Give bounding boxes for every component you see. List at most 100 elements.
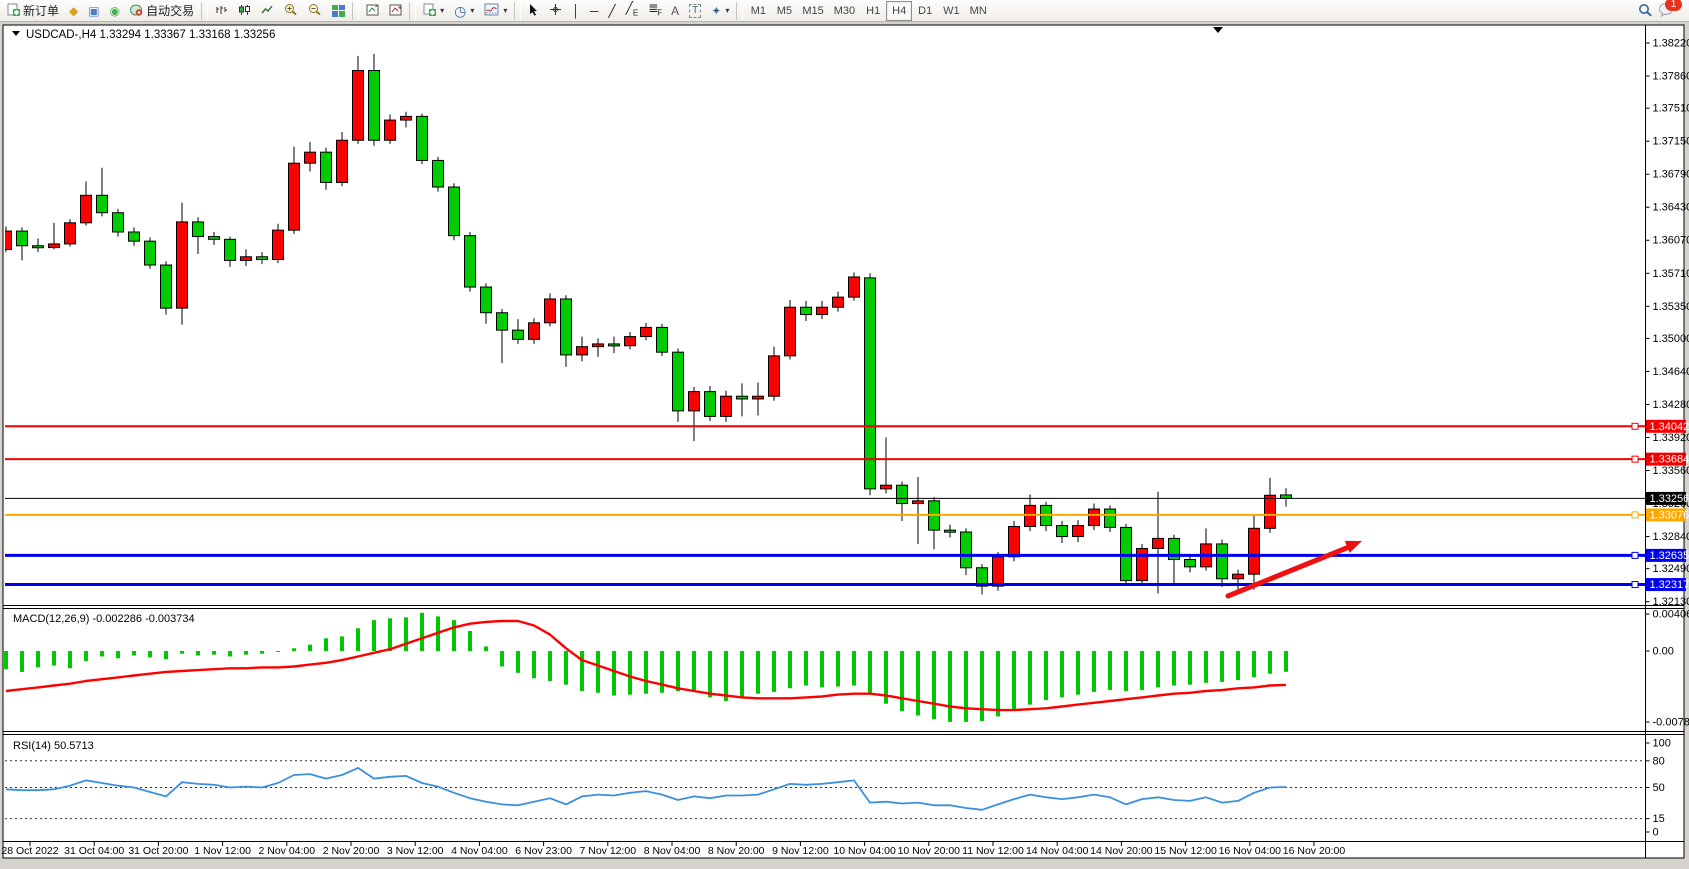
megaphone-button[interactable]: ◆ <box>64 1 83 21</box>
candle-body-bull <box>833 297 844 307</box>
candle-body-bear <box>145 241 156 265</box>
candle-body-bull <box>1153 538 1164 548</box>
new-order-label: 新订单 <box>23 2 59 19</box>
zoom-out-button[interactable] <box>303 1 327 21</box>
candle-chart-icon <box>238 4 251 18</box>
bar-chart-button[interactable] <box>210 1 233 21</box>
hline-handle-pivot-orange[interactable] <box>1632 512 1638 518</box>
macd-histogram-bar <box>756 651 760 694</box>
timeframe-button-M15[interactable]: M15 <box>797 1 828 21</box>
zoom-in-button[interactable] <box>279 1 303 21</box>
profiles-button[interactable]: ◷▾ <box>449 1 479 21</box>
text-label-tool-button[interactable]: T <box>684 1 706 21</box>
time-tick-label: 14 Nov 04:00 <box>1026 845 1089 857</box>
candle-body-bull <box>1073 526 1084 537</box>
timeframe-button-M5[interactable]: M5 <box>771 1 797 21</box>
tile-windows-icon <box>332 5 345 17</box>
candle-body-bear <box>193 222 204 237</box>
macd-histogram-bar <box>836 651 840 686</box>
macd-histogram-bar <box>1044 651 1048 700</box>
bar-chart-icon <box>215 4 228 18</box>
dropdown-caret-icon: ▾ <box>725 6 729 15</box>
candle-body-bear <box>497 313 508 330</box>
macd-histogram-bar <box>1092 651 1096 692</box>
notifications-button[interactable]: 1 <box>1658 2 1675 20</box>
new-chart-button[interactable]: ▾ <box>418 1 449 21</box>
candle-body-bear <box>945 530 956 532</box>
candle-body-bull <box>65 223 76 244</box>
metaeditor-icon: ▣ <box>88 5 99 17</box>
timeframe-button-H1[interactable]: H1 <box>860 1 886 21</box>
signals-icon: ◉ <box>110 5 120 17</box>
line-chart-icon <box>261 4 274 18</box>
macd-histogram-bar <box>244 651 248 655</box>
candle-body-bear <box>257 257 268 260</box>
rsi-axis-label: 50 <box>1653 782 1665 794</box>
vertical-line-tool-button[interactable]: │ <box>567 1 585 21</box>
candle-body-bull <box>753 396 764 399</box>
fibonacci-icon: ≣F <box>648 2 661 19</box>
signals-button[interactable]: ◉ <box>105 1 125 21</box>
candle-body-bull <box>785 307 796 356</box>
metaeditor-button[interactable]: ▣ <box>83 1 104 21</box>
candle-body-bull <box>641 327 652 336</box>
hline-handle-support-1[interactable] <box>1632 552 1638 558</box>
macd-histogram-bar <box>212 651 216 655</box>
macd-histogram-bar <box>676 651 680 691</box>
macd-histogram-bar <box>372 620 376 651</box>
equidistant-channel-tool-button[interactable]: ╱E <box>621 1 644 21</box>
time-tick-label: 4 Nov 04:00 <box>451 845 508 857</box>
rsi-axis-label: 0 <box>1653 827 1659 839</box>
macd-histogram-bar <box>692 651 696 692</box>
tile-windows-button[interactable] <box>327 1 350 21</box>
autotrading-button[interactable]: 自动交易 <box>125 1 199 21</box>
chart-window[interactable]: 1.382201.378601.375101.371501.367901.364… <box>0 0 1689 864</box>
arrange-charts-button[interactable] <box>361 1 384 21</box>
timeframe-button-W1[interactable]: W1 <box>938 1 965 21</box>
price-tick-label: 1.37150 <box>1653 136 1689 148</box>
macd-histogram-bar <box>1236 651 1240 680</box>
hline-handle-resistance-2[interactable] <box>1632 456 1638 462</box>
candle-body-bear <box>801 307 812 314</box>
arrange-cascade-button[interactable] <box>384 1 407 21</box>
timeframe-button-M1[interactable]: M1 <box>745 1 771 21</box>
zoom-in-icon <box>284 3 298 18</box>
hline-handle-support-2[interactable] <box>1632 582 1638 588</box>
crosshair-tool-button[interactable] <box>544 1 567 21</box>
line-chart-button[interactable] <box>256 1 279 21</box>
price-tick-label: 1.35710 <box>1653 268 1689 280</box>
fibonacci-tool-button[interactable]: ≣F <box>643 1 666 21</box>
macd-histogram-bar <box>468 631 472 651</box>
candle-body-bear <box>673 352 684 411</box>
cursor-tool-button[interactable] <box>523 1 544 21</box>
macd-histogram-bar <box>84 651 88 661</box>
macd-axis-label: -0.007809 <box>1653 716 1689 728</box>
search-button[interactable] <box>1633 1 1658 21</box>
macd-histogram-bar <box>52 651 56 666</box>
equidistant-channel-icon: ╱E <box>626 2 639 19</box>
notifications-count-badge: 1 <box>1665 0 1682 11</box>
indicators-button[interactable]: ▾ <box>479 1 512 21</box>
macd-histogram-bar <box>820 651 824 687</box>
timeframe-button-D1[interactable]: D1 <box>912 1 938 21</box>
new-order-button[interactable]: 新订单 <box>2 1 64 21</box>
timeframe-button-M30[interactable]: M30 <box>829 1 860 21</box>
candle-body-bear <box>897 485 908 503</box>
price-tick-label: 1.32490 <box>1653 563 1689 575</box>
time-tick-label: 8 Nov 04:00 <box>644 845 701 857</box>
macd-histogram-bar <box>100 651 104 656</box>
clock-icon: ◷ <box>454 5 466 17</box>
macd-histogram-bar <box>36 651 40 667</box>
shapes-tool-button[interactable]: ✦▾ <box>706 1 734 21</box>
hline-handle-resistance-1[interactable] <box>1632 423 1638 429</box>
price-tick-label: 1.36070 <box>1653 235 1689 247</box>
text-icon: A <box>671 5 679 17</box>
candle-chart-button[interactable] <box>233 1 256 21</box>
candle-body-bull <box>1137 549 1148 581</box>
trendline-tool-button[interactable]: ╱ <box>603 1 620 21</box>
timeframe-button-MN[interactable]: MN <box>965 1 992 21</box>
horizontal-line-tool-button[interactable]: ─ <box>585 1 604 21</box>
text-tool-button[interactable]: A <box>666 1 684 21</box>
chart-canvas[interactable]: 1.382201.378601.375101.371501.367901.364… <box>0 0 1689 864</box>
timeframe-button-H4[interactable]: H4 <box>886 1 912 21</box>
